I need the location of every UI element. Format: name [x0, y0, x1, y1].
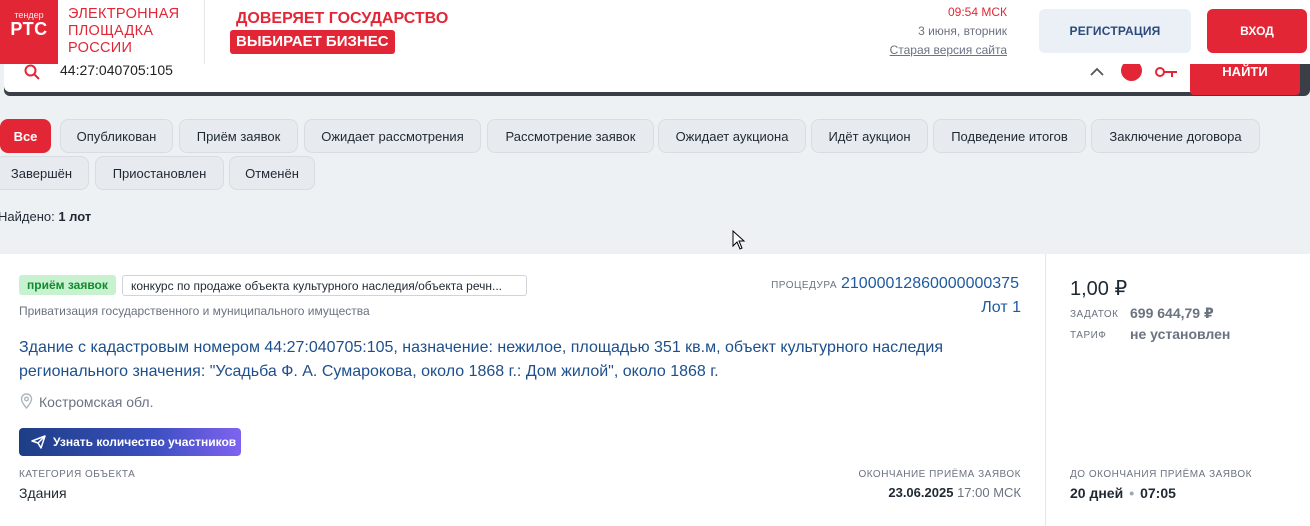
- object-category-label: КАТЕГОРИЯ ОБЪЕКТА: [19, 469, 136, 480]
- time-left-value: 20 дней • 07:05: [1070, 485, 1176, 501]
- time-left-time: 07:05: [1140, 485, 1176, 501]
- divider: [204, 0, 205, 64]
- filter-settings-icon[interactable]: [1154, 64, 1178, 80]
- site-header: тендер РТС ЭЛЕКТРОННАЯ ПЛОЩАДКА РОССИИ Д…: [0, 0, 1310, 64]
- send-icon: [31, 435, 46, 449]
- region-label: Костромская обл.: [39, 394, 154, 410]
- procedure-category: Приватизация государственного и муниципа…: [19, 304, 370, 318]
- brand-name[interactable]: ЭЛЕКТРОННАЯ ПЛОЩАДКА РОССИИ: [68, 6, 179, 57]
- filter-awaiting-review[interactable]: Ожидает рассмотрения: [304, 119, 481, 153]
- results-value: 1 лот: [58, 209, 92, 224]
- location-pin-icon: [20, 393, 33, 409]
- application-end-label: ОКОНЧАНИЕ ПРИЁМА ЗАЯВОК: [858, 469, 1021, 480]
- filter-auction-running[interactable]: Идёт аукцион: [811, 119, 928, 153]
- search-icon[interactable]: [24, 64, 40, 80]
- filter-summing-up[interactable]: Подведение итогов: [933, 119, 1086, 153]
- application-end-time: 17:00 МСК: [957, 485, 1021, 500]
- filter-completed[interactable]: Завершён: [0, 156, 89, 190]
- filter-published[interactable]: Опубликован: [60, 119, 173, 153]
- filter-reviewing[interactable]: Рассмотрение заявок: [487, 119, 654, 153]
- slogan-bottom: ВЫБИРАЕТ БИЗНЕС: [230, 30, 395, 54]
- time-left-label: ДО ОКОНЧАНИЯ ПРИЁМА ЗАЯВОК: [1070, 469, 1252, 480]
- separator-dot: •: [1129, 485, 1135, 501]
- procedure-type-badge: конкурс по продаже объекта культурного н…: [122, 275, 527, 296]
- time-left-days: 20 дней: [1070, 485, 1124, 501]
- lot-card[interactable]: приём заявок конкурс по продаже объекта …: [0, 254, 1310, 526]
- object-category-value: Здания: [19, 485, 67, 501]
- procedure-label: ПРОЦЕДУРА: [771, 280, 837, 291]
- filter-cancelled[interactable]: Отменён: [229, 156, 315, 190]
- deposit-value: 699 644,79 ₽: [1130, 305, 1214, 321]
- logo[interactable]: тендер РТС: [0, 0, 58, 64]
- starting-price: 1,00 ₽: [1070, 278, 1128, 300]
- brand-line: ПЛОЩАДКА: [68, 23, 154, 39]
- search-input[interactable]: 44:27:040705:105: [60, 62, 173, 78]
- logo-title: РТС: [10, 19, 48, 39]
- card-divider: [1045, 254, 1046, 526]
- chevron-up-icon[interactable]: [1089, 64, 1105, 78]
- lot-title-link[interactable]: Здание с кадастровым номером 44:27:04070…: [19, 336, 1019, 384]
- participants-count-button[interactable]: Узнать количество участников: [19, 428, 241, 456]
- status-badge: приём заявок: [19, 275, 116, 295]
- lot-number-link[interactable]: Лот 1: [981, 299, 1021, 317]
- mouse-cursor-icon: [732, 230, 746, 250]
- filter-all[interactable]: Все: [0, 119, 51, 153]
- current-time: 09:54 МСК: [947, 5, 1007, 19]
- procedure-number-link[interactable]: 21000012860000000375: [841, 275, 1019, 293]
- participants-count-label: Узнать количество участников: [53, 435, 237, 449]
- brand-line: ЭЛЕКТРОННАЯ: [68, 6, 180, 22]
- register-button[interactable]: РЕГИСТРАЦИЯ: [1039, 9, 1191, 53]
- logo-subtitle: тендер: [14, 10, 44, 20]
- tariff-label: ТАРИФ: [1070, 330, 1107, 341]
- old-site-link[interactable]: Старая версия сайта: [890, 43, 1007, 57]
- filter-contract[interactable]: Заключение договора: [1091, 119, 1260, 153]
- filter-awaiting-auction[interactable]: Ожидает аукциона: [658, 119, 806, 153]
- deposit-label: ЗАДАТОК: [1070, 309, 1119, 320]
- application-end-date: 23.06.2025: [888, 485, 954, 500]
- application-end-value: 23.06.2025 17:00 МСК: [888, 485, 1021, 500]
- tariff-value: не установлен: [1130, 326, 1231, 342]
- results-count: Найдено: 1 лот: [0, 209, 91, 224]
- results-label: Найдено:: [0, 209, 55, 224]
- filter-accepting[interactable]: Приём заявок: [179, 119, 298, 153]
- login-button[interactable]: ВХОД: [1207, 9, 1307, 53]
- filter-suspended[interactable]: Приостановлен: [95, 156, 224, 190]
- slogan-top: ДОВЕРЯЕТ ГОСУДАРСТВО: [236, 10, 449, 27]
- current-date: 3 июня, вторник: [918, 24, 1007, 38]
- brand-line: РОССИИ: [68, 40, 133, 56]
